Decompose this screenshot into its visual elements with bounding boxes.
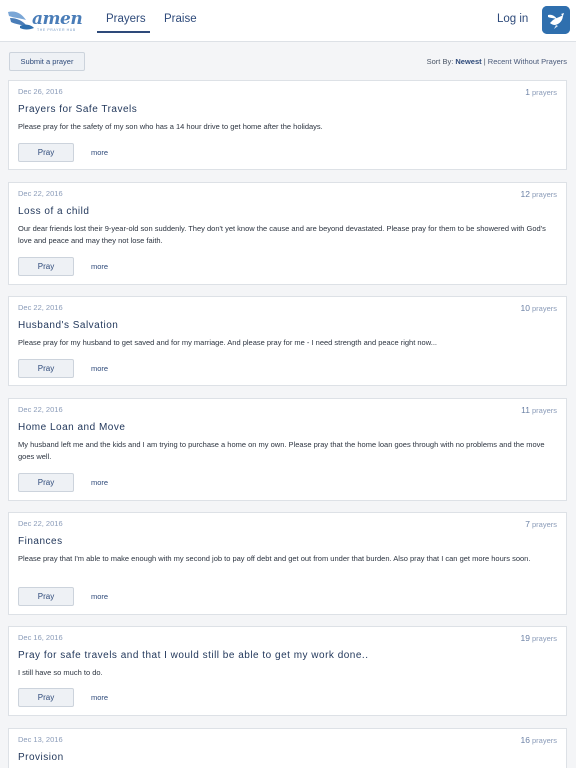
prayer-card: Dec 22, 2016 7 prayers Finances Please pr…: [8, 512, 567, 615]
more-link[interactable]: more: [91, 364, 108, 373]
prayer-count-unit: prayers: [531, 304, 557, 313]
toolbar: Submit a prayer Sort By: Newest | Recent…: [0, 42, 576, 80]
prayer-body: Please pray for my husband to get saved …: [18, 338, 437, 347]
logo-wordmark: amen: [32, 9, 83, 29]
top-nav-bar: amen THE PRAYER HUB Prayers Praise Log i…: [0, 0, 576, 42]
prayer-count-number: 7: [525, 519, 530, 529]
prayer-count[interactable]: 19 prayers: [521, 633, 557, 643]
prayer-count[interactable]: 11 prayers: [521, 405, 557, 415]
submit-prayer-button[interactable]: Submit a prayer: [9, 52, 85, 71]
sort-separator: |: [483, 57, 486, 66]
amen-logo[interactable]: amen THE PRAYER HUB: [6, 6, 83, 36]
prayer-title[interactable]: Loss of a child: [18, 206, 89, 217]
prayer-title[interactable]: Finances: [18, 536, 63, 547]
sort-recent-without-prayers[interactable]: Recent Without Prayers: [488, 57, 567, 66]
sort-newest[interactable]: Newest: [455, 57, 481, 66]
more-link[interactable]: more: [91, 693, 108, 702]
prayer-count-number: 12: [520, 189, 530, 199]
active-tab-indicator: [97, 31, 150, 33]
prayer-card: Dec 22, 2016 12 prayers Loss of a child O…: [8, 182, 567, 285]
dove-icon[interactable]: [542, 6, 570, 34]
prayer-body: Please pray for the safety of my son who…: [18, 122, 323, 131]
pray-button[interactable]: Pray: [18, 587, 74, 606]
prayer-count-number: 10: [520, 303, 530, 313]
prayer-card: Dec 22, 2016 10 prayers Husband's Salvati…: [8, 296, 567, 386]
prayer-count-unit: prayers: [531, 736, 557, 745]
prayer-count-number: 1: [525, 87, 530, 97]
logo-tagline: THE PRAYER HUB: [37, 28, 76, 32]
more-link[interactable]: more: [91, 148, 108, 157]
pray-button[interactable]: Pray: [18, 257, 74, 276]
prayer-title[interactable]: Pray for safe travels and that I would s…: [18, 650, 369, 661]
prayer-date: Dec 26, 2016: [18, 87, 63, 96]
prayer-count-unit: prayers: [531, 406, 557, 415]
dove-glyph: [542, 6, 570, 34]
prayer-count-unit: prayers: [531, 190, 557, 199]
prayer-count-unit: prayers: [531, 520, 557, 529]
prayer-title[interactable]: Provision: [18, 752, 64, 763]
prayer-title[interactable]: Home Loan and Move: [18, 422, 125, 433]
more-link[interactable]: more: [91, 478, 108, 487]
prayer-count[interactable]: 12 prayers: [521, 189, 557, 199]
tab-praise[interactable]: Praise: [164, 13, 197, 25]
more-link[interactable]: more: [91, 592, 108, 601]
prayer-body: I still have so much to do.: [18, 668, 103, 677]
prayer-date: Dec 22, 2016: [18, 405, 63, 414]
prayer-card: Dec 13, 2016 16 prayers Provision: [8, 728, 567, 768]
more-link[interactable]: more: [91, 262, 108, 271]
prayer-count-number: 16: [520, 735, 530, 745]
sort-prefix: Sort By:: [426, 57, 454, 66]
pray-button[interactable]: Pray: [18, 359, 74, 378]
pray-button[interactable]: Pray: [18, 143, 74, 162]
prayer-count[interactable]: 16 prayers: [521, 735, 557, 745]
login-link[interactable]: Log in: [497, 13, 528, 25]
prayer-title[interactable]: Prayers for Safe Travels: [18, 104, 137, 115]
prayer-body: Our dear friends lost their 9-year-old s…: [18, 224, 546, 245]
prayer-card: Dec 26, 2016 1 prayers Prayers for Safe T…: [8, 80, 567, 170]
prayer-date: Dec 22, 2016: [18, 189, 63, 198]
prayer-count[interactable]: 1 prayers: [525, 87, 557, 97]
prayer-body: My husband left me and the kids and I am…: [18, 440, 545, 461]
prayer-card: Dec 22, 2016 11 prayers Home Loan and Mov…: [8, 398, 567, 501]
sort-controls: Sort By: Newest | Recent Without Prayers: [427, 57, 567, 66]
prayer-date: Dec 22, 2016: [18, 303, 63, 312]
tab-prayers[interactable]: Prayers: [106, 13, 146, 25]
prayer-date: Dec 22, 2016: [18, 519, 63, 528]
pray-button[interactable]: Pray: [18, 473, 74, 492]
pray-button[interactable]: Pray: [18, 688, 74, 707]
prayer-card: Dec 16, 2016 19 prayers Pray for safe tra…: [8, 626, 567, 716]
prayer-date: Dec 16, 2016: [18, 633, 63, 642]
prayer-count-unit: prayers: [531, 88, 557, 97]
prayer-date: Dec 13, 2016: [18, 735, 63, 744]
prayer-count[interactable]: 10 prayers: [521, 303, 557, 313]
prayer-body: Please pray that I'm able to make enough…: [18, 554, 531, 563]
prayer-count[interactable]: 7 prayers: [525, 519, 557, 529]
prayer-count-number: 11: [521, 405, 530, 415]
prayer-title[interactable]: Husband's Salvation: [18, 320, 118, 331]
prayer-count-unit: prayers: [531, 634, 557, 643]
prayer-count-number: 19: [520, 633, 530, 643]
